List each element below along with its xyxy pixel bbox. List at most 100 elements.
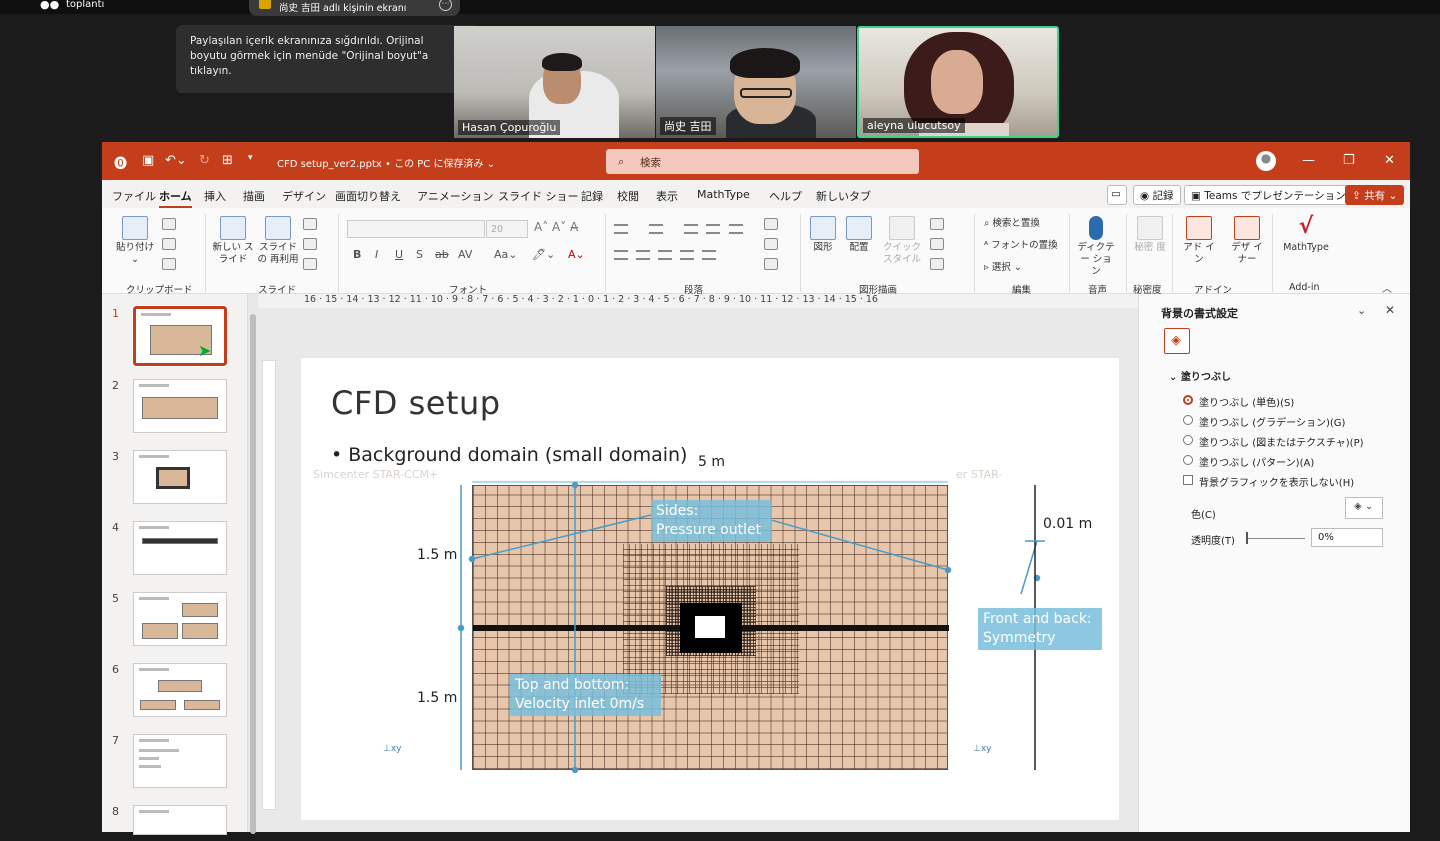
tab-file[interactable]: ファイル bbox=[112, 188, 156, 204]
radio-picture-fill[interactable] bbox=[1183, 435, 1193, 445]
shape-fill-icon[interactable] bbox=[930, 218, 944, 230]
comments-icon[interactable]: ▭ bbox=[1107, 185, 1127, 205]
layout-icon[interactable] bbox=[303, 218, 317, 230]
transparency-slider[interactable] bbox=[1247, 538, 1305, 539]
arrange-button[interactable]: 配置 bbox=[844, 216, 874, 254]
callout-top-bottom[interactable]: Top and bottom: Velocity inlet 0m/s bbox=[510, 674, 661, 716]
share-button[interactable]: ⇪ 共有 ⌄ bbox=[1345, 185, 1405, 205]
italic-icon[interactable]: I bbox=[375, 248, 378, 261]
find-replace-button[interactable]: ⌕ 検索と置換 bbox=[984, 218, 1040, 230]
file-name[interactable]: CFD setup_ver2.pptx • この PC に保存済み ⌄ bbox=[277, 155, 495, 170]
screen-share-chip[interactable]: 尚史 吉田 adlı kişinin ekranı ··· bbox=[249, 0, 460, 16]
font-name-input[interactable] bbox=[347, 220, 485, 238]
shape-effects-icon[interactable] bbox=[930, 258, 944, 270]
mathtype-button[interactable]: √ MathType bbox=[1278, 216, 1334, 254]
tab-animations[interactable]: アニメーション bbox=[417, 188, 494, 204]
designer-button[interactable]: デザ イナー bbox=[1230, 216, 1264, 266]
present-icon[interactable]: ⊞ bbox=[222, 153, 233, 168]
underline-icon[interactable]: U bbox=[395, 248, 403, 261]
align-center-icon[interactable] bbox=[636, 250, 650, 260]
tab-slideshow[interactable]: スライド ショー bbox=[498, 188, 579, 204]
thumbnail-scrollbar[interactable] bbox=[248, 294, 258, 834]
participant-tile-yoshida[interactable]: 尚史 吉田 bbox=[656, 26, 856, 138]
slide-thumbnail-3[interactable] bbox=[133, 450, 227, 504]
option-picture-fill[interactable]: 塗りつぶし (図またはテクスチャ)(P) bbox=[1199, 434, 1364, 449]
restore-icon[interactable]: ❐ bbox=[1343, 153, 1355, 168]
line-spacing-icon[interactable] bbox=[729, 224, 743, 234]
transparency-slider-thumb[interactable] bbox=[1246, 532, 1248, 544]
radio-gradient-fill[interactable] bbox=[1183, 415, 1193, 425]
addins-button[interactable]: アド イン bbox=[1182, 216, 1216, 266]
quick-styles-button[interactable]: クイック スタイル bbox=[882, 216, 922, 266]
current-slide[interactable]: CFD setup • Background domain (small dom… bbox=[301, 358, 1119, 820]
justify-icon[interactable] bbox=[680, 250, 694, 260]
transparency-input[interactable]: 0% bbox=[1311, 528, 1383, 547]
redo-icon[interactable]: ↻ bbox=[199, 153, 210, 168]
callout-sides[interactable]: Sides: Pressure outlet bbox=[651, 500, 772, 542]
font-color-icon[interactable]: A⌄ bbox=[568, 248, 585, 261]
bullets-icon[interactable] bbox=[614, 224, 628, 234]
reset-icon[interactable] bbox=[303, 238, 317, 250]
bold-icon[interactable]: B bbox=[353, 248, 361, 261]
dictate-button[interactable]: ディクテー ション bbox=[1076, 216, 1116, 278]
shape-outline-icon[interactable] bbox=[930, 238, 944, 250]
more-options-icon[interactable]: ··· bbox=[439, 0, 452, 11]
tab-mathtype[interactable]: MathType bbox=[697, 188, 750, 201]
align-left-icon[interactable] bbox=[614, 250, 628, 260]
text-direction-icon[interactable] bbox=[764, 218, 778, 230]
teams-present-button[interactable]: ▣ Teams でプレゼンテーション bbox=[1184, 185, 1353, 205]
format-painter-icon[interactable] bbox=[162, 258, 176, 270]
char-spacing-icon[interactable]: AV bbox=[458, 248, 472, 261]
smartart-icon[interactable] bbox=[764, 258, 778, 270]
radio-solid-fill[interactable] bbox=[1183, 395, 1193, 405]
replace-fonts-button[interactable]: ᴬ フォントの置換 bbox=[984, 240, 1058, 252]
strikethrough-icon[interactable]: ab bbox=[435, 248, 449, 261]
font-size-input[interactable]: 20 bbox=[486, 220, 528, 238]
participant-tile-aleyna[interactable]: aleyna ulucutsoy bbox=[857, 26, 1059, 138]
tab-help[interactable]: ヘルプ bbox=[769, 188, 802, 204]
pane-options-icon[interactable]: ⌄ bbox=[1357, 304, 1366, 317]
slide-thumbnail-7[interactable] bbox=[133, 734, 227, 788]
paste-button[interactable]: 貼り付け ⌄ bbox=[116, 216, 154, 266]
customize-qat-icon[interactable]: ▾ bbox=[248, 153, 253, 163]
slide-thumbnail-8[interactable] bbox=[133, 805, 227, 835]
tab-draw[interactable]: 描画 bbox=[243, 188, 265, 204]
grow-font-icon[interactable]: A˄ A˅ A̶ bbox=[534, 220, 578, 234]
callout-front-back[interactable]: Front and back: Symmetry bbox=[978, 608, 1102, 650]
account-avatar-icon[interactable]: ● bbox=[1256, 151, 1276, 171]
hide-background-label[interactable]: 背景グラフィックを表示しない(H) bbox=[1199, 474, 1354, 489]
change-case-icon[interactable]: Aa⌄ bbox=[494, 248, 517, 261]
cut-icon[interactable] bbox=[162, 218, 176, 230]
slide-thumbnail-5[interactable] bbox=[133, 592, 227, 646]
columns-icon[interactable] bbox=[702, 250, 716, 260]
tab-home[interactable]: ホーム bbox=[159, 188, 192, 208]
radio-pattern-fill[interactable] bbox=[1183, 455, 1193, 465]
minimize-icon[interactable]: — bbox=[1302, 153, 1315, 168]
copy-icon[interactable] bbox=[162, 238, 176, 250]
tab-view[interactable]: 表示 bbox=[656, 188, 678, 204]
color-picker-button[interactable]: ◈ ⌄ bbox=[1345, 497, 1383, 519]
undo-icon[interactable]: ↶⌄ bbox=[165, 153, 187, 168]
section-icon[interactable] bbox=[303, 258, 317, 270]
new-slide-button[interactable]: 新しい スライド bbox=[212, 216, 254, 266]
close-pane-icon[interactable]: ✕ bbox=[1385, 303, 1395, 317]
option-gradient-fill[interactable]: 塗りつぶし (グラデーション)(G) bbox=[1199, 414, 1345, 429]
record-button[interactable]: ◉ 記録 bbox=[1133, 185, 1181, 205]
tab-design[interactable]: デザイン bbox=[282, 188, 326, 204]
participants-icon[interactable]: ●● bbox=[40, 0, 59, 11]
highlight-icon[interactable]: 🖊⌄ bbox=[532, 248, 555, 261]
tab-record[interactable]: 記録 bbox=[581, 188, 603, 204]
slide-thumbnail-2[interactable] bbox=[133, 379, 227, 433]
option-solid-fill[interactable]: 塗りつぶし (単色)(S) bbox=[1199, 394, 1294, 409]
search-box[interactable]: ⌕ 検索 bbox=[606, 149, 919, 174]
align-text-icon[interactable] bbox=[764, 238, 778, 250]
slide-thumbnail-6[interactable] bbox=[133, 663, 227, 717]
tab-insert[interactable]: 挿入 bbox=[204, 188, 226, 204]
option-pattern-fill[interactable]: 塗りつぶし (パターン)(A) bbox=[1199, 454, 1314, 469]
slide-thumbnail-4[interactable] bbox=[133, 521, 227, 575]
participant-tile-hasan[interactable]: Hasan Çopuroğlu bbox=[454, 26, 655, 138]
close-window-icon[interactable]: ✕ bbox=[1384, 153, 1395, 168]
decrease-indent-icon[interactable] bbox=[684, 224, 698, 234]
numbering-icon[interactable] bbox=[649, 224, 663, 234]
reuse-slides-button[interactable]: スライドの 再利用 bbox=[257, 216, 299, 266]
